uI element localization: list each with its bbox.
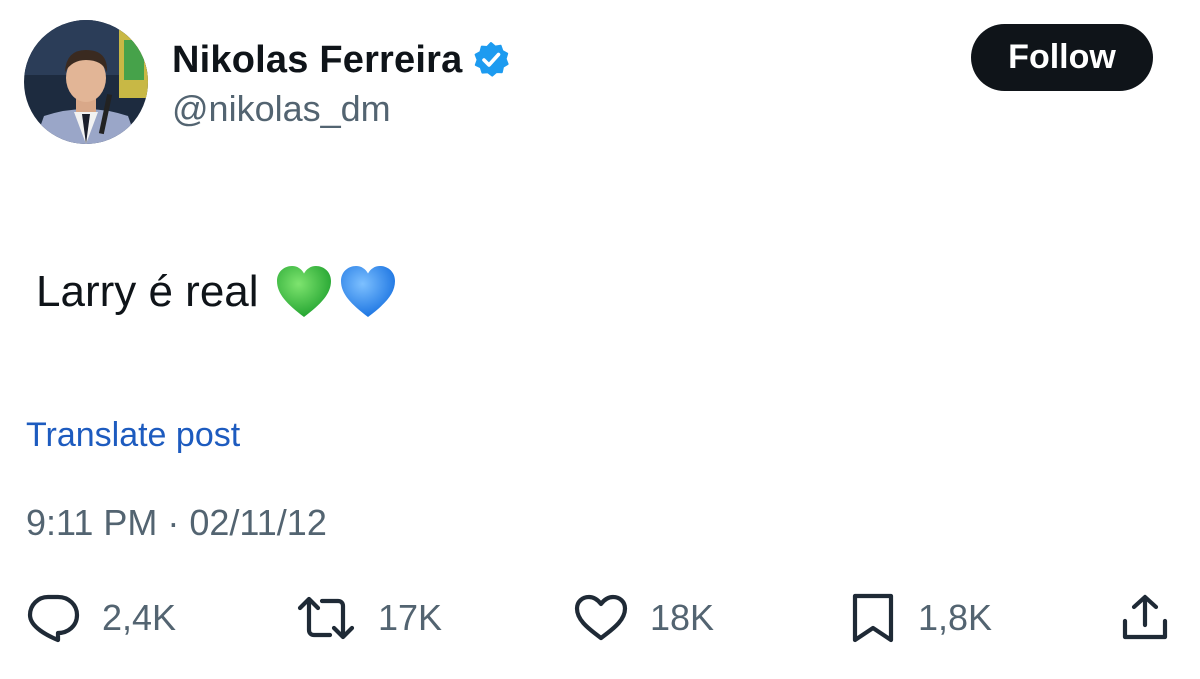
heart-icon [574,594,628,642]
post-text: Larry é real [36,267,259,316]
author-avatar[interactable] [24,20,148,144]
repost-icon [296,594,356,642]
post-timestamp[interactable]: 9:11 PM · 02/11/12 [26,502,327,544]
post-emojis [275,264,397,320]
like-button[interactable]: 18K [574,592,714,644]
reply-button[interactable]: 2,4K [26,592,176,644]
author-name-row: Nikolas Ferreira [172,36,510,84]
post-text-row: Larry é real [36,262,397,322]
bookmark-icon [850,592,896,644]
like-count: 18K [650,597,715,638]
repost-button[interactable]: 17K [296,592,442,644]
blue-heart-icon [339,264,397,320]
verified-badge-icon [472,41,510,79]
share-icon [1120,593,1170,643]
follow-button[interactable]: Follow [971,24,1153,91]
share-button[interactable] [1120,592,1170,644]
bookmark-count: 1,8K [918,597,993,638]
author-handle[interactable]: @nikolas_dm [172,88,391,130]
green-heart-icon [275,264,333,320]
reply-icon [26,593,80,643]
translate-post-link[interactable]: Translate post [26,416,240,455]
repost-count: 17K [378,597,443,638]
reply-count: 2,4K [102,597,177,638]
author-display-name[interactable]: Nikolas Ferreira [172,39,462,82]
bookmark-button[interactable]: 1,8K [850,592,992,644]
